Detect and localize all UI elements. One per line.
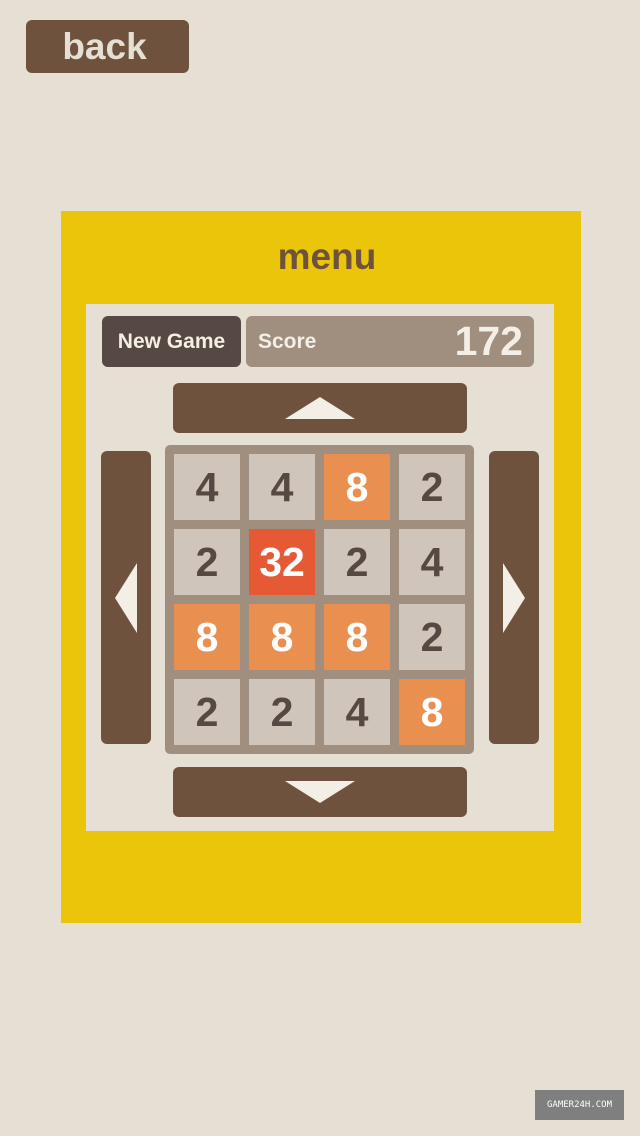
tile: 4: [324, 679, 390, 745]
new-game-button[interactable]: New Game: [102, 316, 241, 367]
tile: 2: [174, 679, 240, 745]
tile: 32: [249, 529, 315, 595]
tile: 8: [249, 604, 315, 670]
tile: 2: [399, 604, 465, 670]
tile: 8: [324, 454, 390, 520]
move-left-button[interactable]: [101, 451, 151, 744]
triangle-up-icon: [285, 397, 355, 419]
tile: 2: [249, 679, 315, 745]
tile: 2: [174, 529, 240, 595]
move-down-button[interactable]: [173, 767, 467, 817]
score-box: Score 172: [246, 316, 534, 367]
tile: 2: [399, 454, 465, 520]
tile: 2: [324, 529, 390, 595]
tile: 8: [399, 679, 465, 745]
tile: 8: [174, 604, 240, 670]
tile: 4: [399, 529, 465, 595]
score-label: Score: [258, 330, 317, 353]
triangle-left-icon: [115, 562, 137, 633]
watermark: GAMER24H.COM: [535, 1090, 624, 1120]
triangle-right-icon: [503, 562, 525, 633]
back-button[interactable]: back: [26, 20, 189, 73]
triangle-down-icon: [285, 781, 355, 803]
game-board[interactable]: 4 4 8 2 2 32 2 4 8 8 8 2 2 2 4 8: [165, 445, 474, 754]
menu-title[interactable]: menu: [0, 236, 640, 278]
score-value: 172: [454, 318, 523, 364]
tile: 4: [174, 454, 240, 520]
tile: 4: [249, 454, 315, 520]
move-right-button[interactable]: [489, 451, 539, 744]
move-up-button[interactable]: [173, 383, 467, 433]
tile: 8: [324, 604, 390, 670]
